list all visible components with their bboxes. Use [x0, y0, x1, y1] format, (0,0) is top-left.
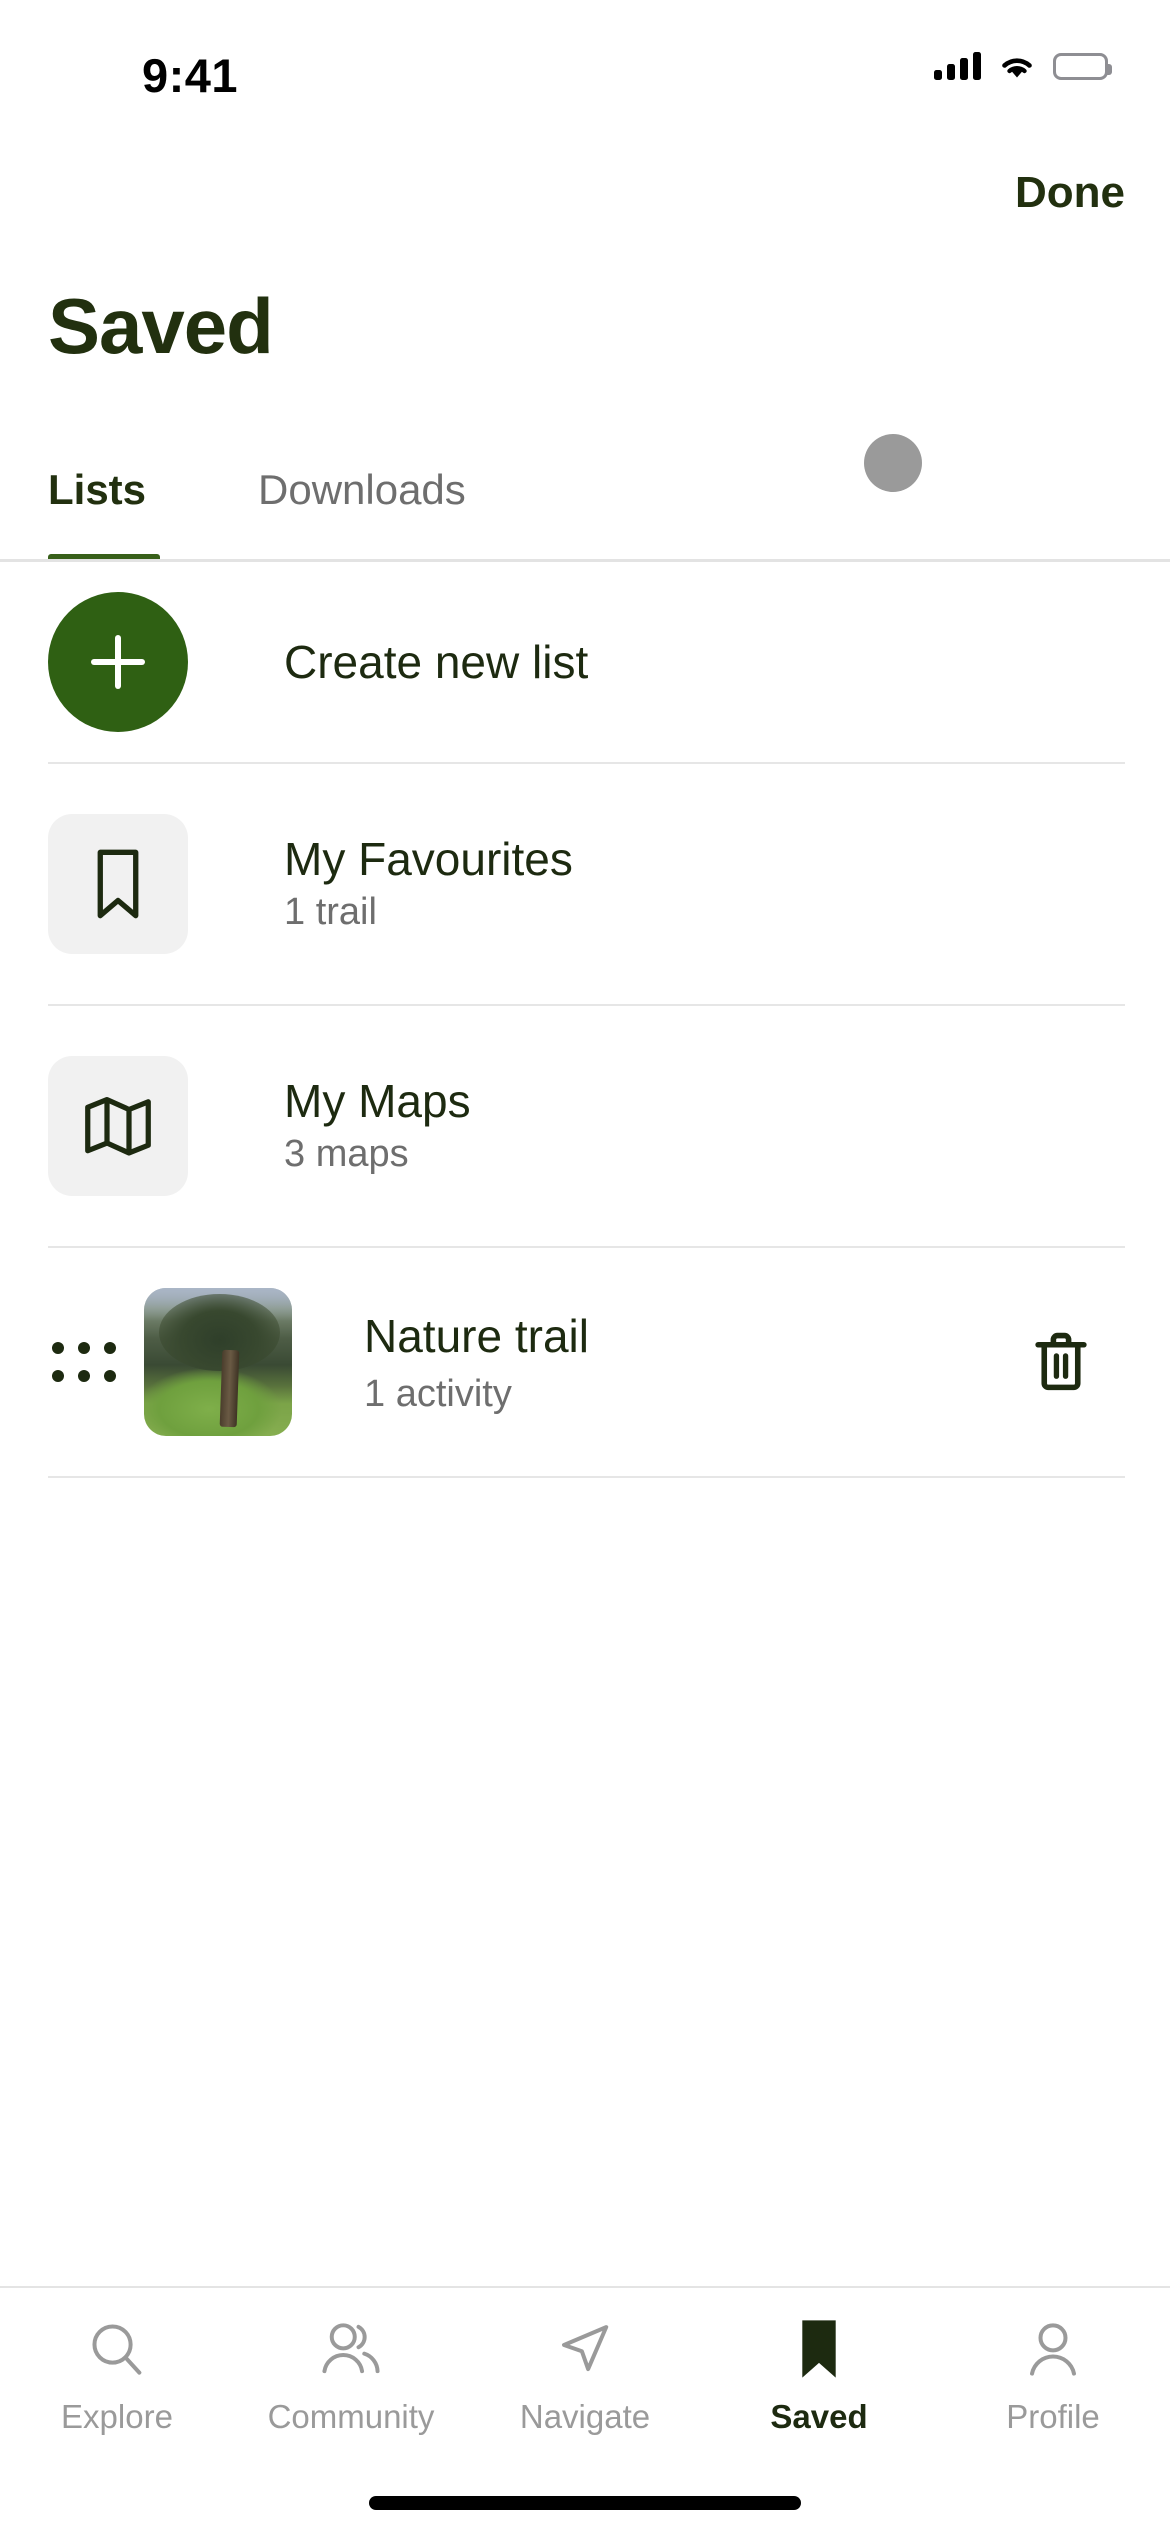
row-divider: [48, 1476, 1125, 1478]
navigation-bar: Done: [0, 168, 1170, 240]
status-bar: 9:41: [0, 0, 1170, 105]
list-item-subtitle: 3 maps: [284, 1133, 409, 1176]
list-item-text: Nature trail 1 activity: [364, 1309, 1015, 1416]
nav-tab-saved[interactable]: Saved: [702, 2318, 936, 2436]
nav-tab-label: Navigate: [519, 2398, 651, 2435]
avatar-placeholder-icon[interactable]: [864, 434, 922, 492]
bookmark-filled-icon: [795, 2318, 843, 2380]
nav-tab-explore[interactable]: Explore: [0, 2318, 234, 2436]
app-screen: 9:41 Done Saved Lists Downloads Create n…: [0, 0, 1170, 2532]
nav-tab-profile[interactable]: Profile: [936, 2318, 1170, 2436]
list-item-title: Nature trail: [364, 1309, 589, 1362]
drag-handle-icon[interactable]: [48, 1317, 120, 1407]
person-icon: [1024, 2318, 1082, 2380]
nature-trail-thumbnail: [144, 1288, 292, 1436]
list-item-text: My Favourites 1 trail: [284, 835, 573, 933]
nav-tab-label: Profile: [1006, 2398, 1100, 2435]
tab-downloads[interactable]: Downloads: [258, 466, 466, 514]
nav-tab-label: Explore: [61, 2398, 173, 2435]
list-item-nature-trail[interactable]: Nature trail 1 activity: [0, 1248, 1170, 1476]
nav-tab-community[interactable]: Community: [234, 2318, 468, 2436]
list-item-my-favourites[interactable]: My Favourites 1 trail: [0, 764, 1170, 1004]
nav-tab-navigate[interactable]: Navigate: [468, 2318, 702, 2436]
search-icon: [88, 2318, 146, 2380]
map-icon: [48, 1056, 188, 1196]
tab-lists[interactable]: Lists: [48, 466, 146, 514]
trash-icon[interactable]: [1015, 1316, 1107, 1408]
nav-tab-label: Community: [267, 2398, 435, 2435]
battery-full-icon: [1053, 52, 1112, 80]
list-item-subtitle: 1 activity: [364, 1372, 512, 1415]
done-button[interactable]: Done: [1015, 168, 1125, 218]
create-new-list-row[interactable]: Create new list: [0, 562, 1170, 762]
people-icon: [320, 2318, 382, 2380]
list-item-my-maps[interactable]: My Maps 3 maps: [0, 1006, 1170, 1246]
create-new-list-label: Create new list: [284, 636, 589, 688]
plus-icon: [48, 592, 188, 732]
status-bar-time: 9:41: [142, 49, 239, 102]
cellular-signal-icon: [934, 52, 981, 80]
list-item-title: My Favourites: [284, 832, 573, 885]
navigate-icon: [556, 2318, 614, 2380]
page-title: Saved: [48, 282, 274, 370]
bookmark-icon: [48, 814, 188, 954]
wifi-icon: [999, 52, 1035, 80]
tab-bar: Lists Downloads: [0, 450, 1170, 562]
list-item-title: My Maps: [284, 1074, 471, 1127]
list-item-text: My Maps 3 maps: [284, 1077, 471, 1175]
saved-lists: Create new list My Favourites 1 trail My…: [0, 562, 1170, 1478]
status-bar-icons: [934, 46, 1112, 86]
list-item-subtitle: 1 trail: [284, 891, 377, 934]
nav-tab-label: Saved: [770, 2398, 868, 2435]
home-indicator: [369, 2496, 801, 2510]
